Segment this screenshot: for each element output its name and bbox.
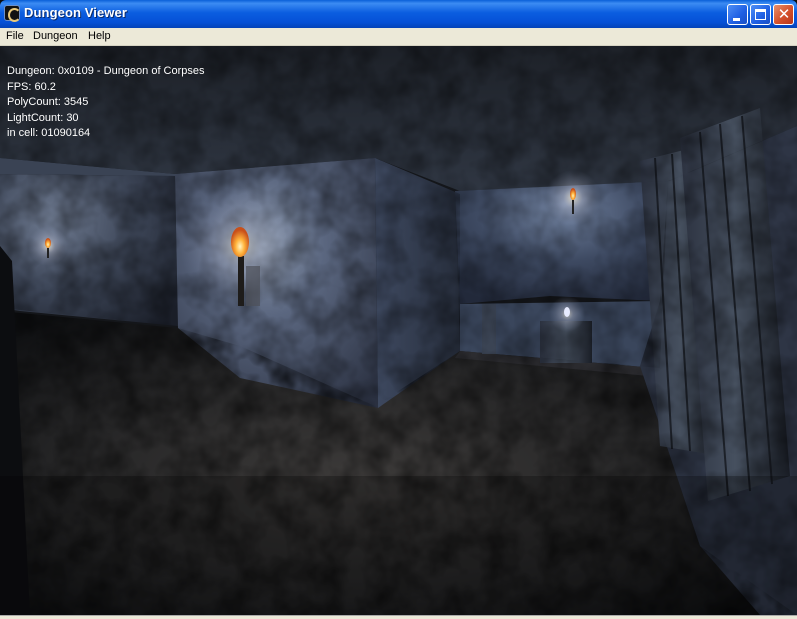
title-bar[interactable]: Dungeon Viewer ✕ [0, 0, 797, 28]
hud-dungeon: Dungeon: 0x0109 - Dungeon of Corpses [7, 65, 205, 77]
menu-file[interactable]: File [6, 30, 24, 42]
maximize-button[interactable] [750, 4, 771, 25]
hud-cell: in cell: 01090164 [7, 127, 91, 139]
close-icon: ✕ [777, 5, 791, 23]
dungeon-viewport[interactable]: Dungeon: 0x0109 - Dungeon of Corpses FPS… [0, 46, 797, 615]
minimize-button[interactable] [727, 4, 748, 25]
close-button[interactable]: ✕ [773, 4, 794, 25]
hud-overlay: Dungeon: 0x0109 - Dungeon of Corpses FPS… [7, 64, 205, 142]
window-bottom-border [0, 615, 797, 619]
menu-dungeon[interactable]: Dungeon [33, 30, 78, 42]
window-title: Dungeon Viewer [24, 5, 128, 20]
app-icon[interactable] [4, 5, 21, 22]
hud-lightcount: LightCount: 30 [7, 111, 79, 124]
maximize-icon [755, 9, 766, 20]
menu-bar: File Dungeon Help [0, 28, 797, 46]
menu-help[interactable]: Help [88, 30, 111, 42]
hud-fps: FPS: 60.2 [7, 80, 56, 93]
hud-polycount: PolyCount: 3545 [7, 96, 89, 108]
minimize-icon [733, 18, 740, 21]
